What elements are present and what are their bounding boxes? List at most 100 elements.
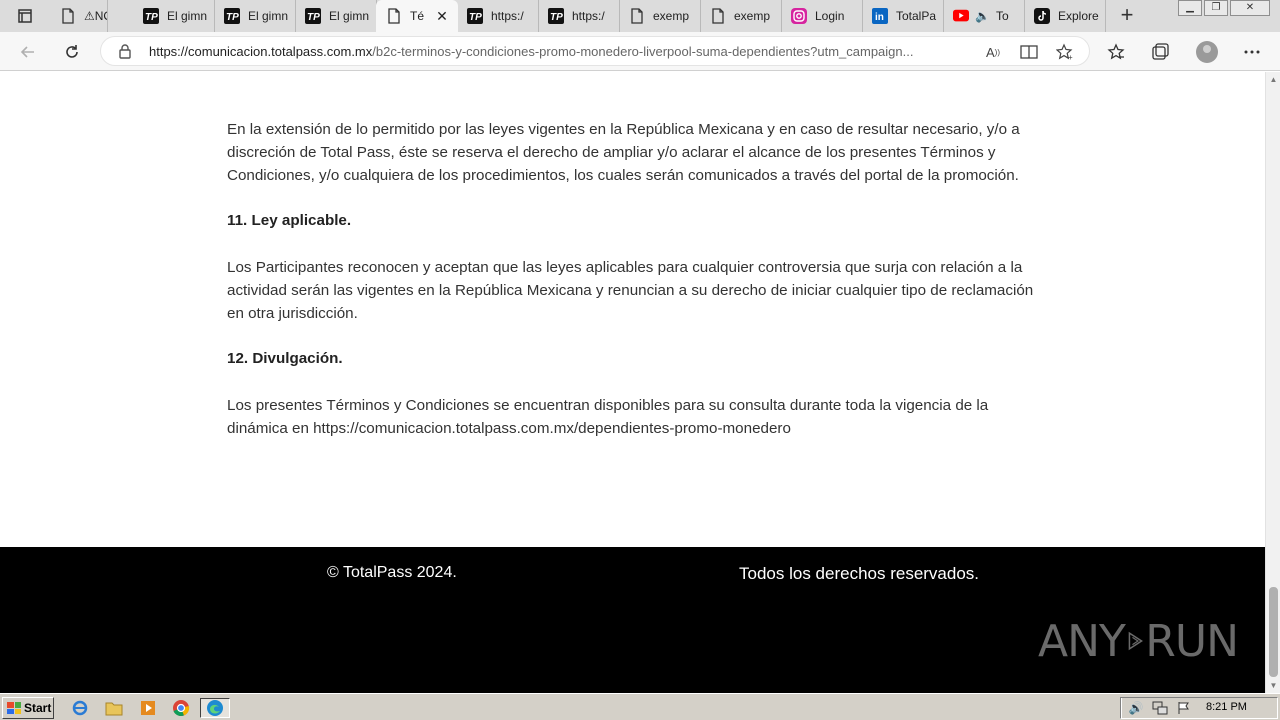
- svg-text:TP: TP: [145, 12, 158, 23]
- browser-tab[interactable]: Login: [781, 0, 863, 32]
- tab-title: https:/: [572, 9, 605, 23]
- browser-tab[interactable]: in TotalPa: [862, 0, 944, 32]
- scroll-down-arrow[interactable]: ▼: [1269, 681, 1278, 690]
- lock-icon[interactable]: [117, 43, 133, 59]
- anyrun-watermark: ANY RUN: [1038, 609, 1239, 673]
- edge-taskbar-icon[interactable]: [200, 698, 230, 718]
- chrome-icon[interactable]: [171, 698, 191, 718]
- taskbar-clock: 8:21 PM: [1206, 701, 1247, 713]
- browser-toolbar: https://comunicacion.totalpass.com.mx/b2…: [0, 32, 1280, 71]
- tab-actions-icon: [18, 9, 32, 23]
- section-heading-11: 11. Ley aplicable.: [227, 212, 352, 229]
- watermark-right: RUN: [1145, 615, 1239, 667]
- tab-strip: ⚠NO a TP El gimn TP El gimn TP El gimn Té ✕ TP htt…: [0, 0, 1280, 32]
- profile-avatar[interactable]: [1196, 41, 1218, 63]
- tab-title: TotalPa: [896, 9, 937, 23]
- back-button[interactable]: [14, 38, 42, 66]
- minimize-button[interactable]: ▁: [1178, 0, 1202, 16]
- tab-title: El gimn: [329, 9, 370, 23]
- page-icon: [60, 8, 76, 24]
- start-button[interactable]: Start: [2, 697, 54, 719]
- instagram-icon: [791, 8, 807, 24]
- window-controls: ▁ ❐ ✕: [1176, 0, 1270, 18]
- browser-tab[interactable]: Explore: [1024, 0, 1106, 32]
- immersive-reader-icon[interactable]: [1019, 42, 1039, 62]
- totalpass-icon: TP: [548, 8, 564, 24]
- tab-title: ⚠NO a: [84, 9, 107, 23]
- footer-copyright: © TotalPass 2024.: [327, 564, 457, 581]
- tab-title: exemp: [734, 9, 771, 23]
- totalpass-icon: TP: [467, 8, 483, 24]
- tiktok-icon: [1034, 8, 1050, 24]
- play-logo-icon: [1128, 631, 1143, 651]
- page-icon: [629, 8, 645, 24]
- tab-title: Explore: [1058, 9, 1099, 23]
- scroll-thumb[interactable]: [1269, 587, 1278, 677]
- browser-tab[interactable]: TP https:/: [457, 0, 539, 32]
- flag-icon[interactable]: [1175, 700, 1193, 716]
- url-domain: https://comunicacion.totalpass.com.mx: [149, 44, 373, 59]
- add-favorite-icon[interactable]: +: [1055, 42, 1075, 62]
- taskbar: Start 🔊 8:21 PM: [0, 693, 1280, 720]
- svg-text:TP: TP: [550, 12, 563, 23]
- page-icon: [710, 8, 726, 24]
- read-aloud-icon[interactable]: A)): [983, 42, 1003, 62]
- watermark-left: ANY: [1038, 615, 1126, 667]
- browser-tab[interactable]: TP https:/: [538, 0, 620, 32]
- ie-icon[interactable]: [70, 698, 90, 718]
- tab-title: El gimn: [248, 9, 289, 23]
- system-tray: 🔊: [1120, 697, 1278, 719]
- favorites-icon[interactable]: [1104, 40, 1128, 64]
- tab-active[interactable]: Té ✕: [376, 0, 458, 32]
- page-content: En la extensión de lo permitido por las …: [0, 72, 1265, 547]
- browser-tab[interactable]: 🔈 To: [943, 0, 1025, 32]
- volume-icon[interactable]: 🔊: [1127, 700, 1145, 716]
- browser-tab[interactable]: TP El gimn: [133, 0, 215, 32]
- totalpass-icon: TP: [305, 8, 321, 24]
- media-player-icon[interactable]: [138, 698, 158, 718]
- folder-icon[interactable]: [104, 698, 124, 718]
- tab-title: exemp: [653, 9, 690, 23]
- page-icon: [386, 8, 402, 24]
- more-options-icon[interactable]: [1240, 40, 1264, 64]
- vertical-scrollbar[interactable]: ▲ ▼: [1265, 72, 1280, 693]
- browser-tab[interactable]: exemp: [700, 0, 782, 32]
- svg-text:TP: TP: [307, 12, 320, 23]
- close-tab-icon[interactable]: ✕: [434, 8, 450, 24]
- new-tab-button[interactable]: +: [1112, 0, 1142, 32]
- page-footer: © TotalPass 2024. Todos los derechos res…: [0, 547, 1265, 693]
- browser-tab[interactable]: ⚠NO a: [50, 0, 108, 32]
- start-label: Start: [24, 701, 52, 715]
- tab-title: Té: [410, 9, 425, 23]
- restore-button[interactable]: ❐: [1204, 0, 1228, 16]
- address-bar[interactable]: https://comunicacion.totalpass.com.mx/b2…: [100, 36, 1090, 66]
- tab-title: El gimn: [167, 9, 208, 23]
- refresh-button[interactable]: [58, 38, 86, 66]
- footer-rights: Todos los derechos reservados.: [739, 564, 980, 583]
- speaker-icon[interactable]: 🔈: [975, 9, 990, 23]
- section-heading-12: 12. Divulgación.: [227, 350, 343, 367]
- refresh-icon: [66, 45, 78, 58]
- paragraph-12: Los presentes Términos y Condiciones se …: [227, 397, 989, 437]
- browser-tab[interactable]: TP El gimn: [214, 0, 296, 32]
- paragraph-intro: En la extensión de lo permitido por las …: [227, 121, 1020, 184]
- svg-text:+: +: [1068, 53, 1073, 61]
- windows-flag-icon: [7, 702, 21, 714]
- paragraph-11: Los Participantes reconocen y aceptan qu…: [227, 259, 1034, 322]
- back-arrow-icon: [20, 46, 34, 58]
- url-path: /b2c-terminos-y-condiciones-promo-monede…: [372, 44, 914, 59]
- tab-title: https:/: [491, 9, 524, 23]
- browser-tab[interactable]: exemp: [619, 0, 701, 32]
- terms-document: En la extensión de lo permitido por las …: [227, 118, 1042, 462]
- close-window-button[interactable]: ✕: [1230, 0, 1270, 16]
- collections-icon[interactable]: [1148, 40, 1172, 64]
- totalpass-icon: TP: [224, 8, 240, 24]
- scroll-up-arrow[interactable]: ▲: [1269, 75, 1278, 84]
- svg-text:TP: TP: [226, 12, 239, 23]
- network-icon[interactable]: [1151, 700, 1169, 716]
- tab-actions-button[interactable]: [0, 0, 50, 32]
- url-text[interactable]: https://comunicacion.totalpass.com.mx/b2…: [149, 44, 979, 59]
- svg-text:TP: TP: [469, 12, 482, 23]
- browser-tab[interactable]: TP El gimn: [295, 0, 377, 32]
- tab-title: Login: [815, 9, 845, 23]
